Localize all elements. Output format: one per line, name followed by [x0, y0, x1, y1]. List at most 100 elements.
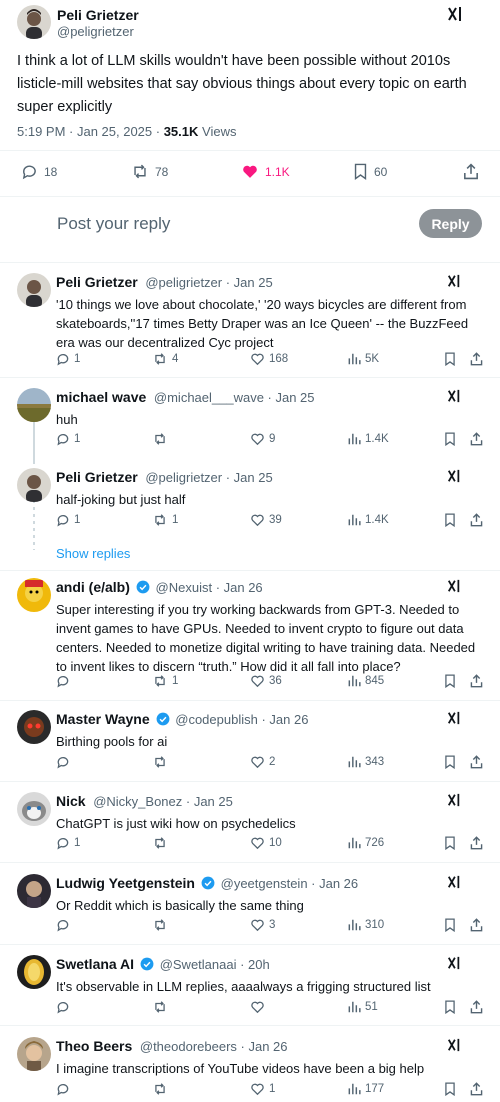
repost-button[interactable]	[152, 432, 172, 446]
reply-post[interactable]: andi (e/alb) @Nexuist · Jan 26 Super int…	[0, 578, 500, 698]
views-button[interactable]: 1.4K	[347, 513, 389, 527]
author-name[interactable]: michael wave	[56, 389, 146, 405]
repost-button[interactable]	[152, 918, 172, 932]
views-button[interactable]: 1.4K	[347, 432, 389, 446]
like-button[interactable]: 1	[250, 1082, 275, 1096]
author-name[interactable]: Peli Grietzer	[56, 469, 138, 485]
grok-icon[interactable]	[447, 711, 461, 725]
share-button[interactable]	[470, 755, 483, 769]
bookmark-button[interactable]	[444, 836, 456, 850]
views-button[interactable]: 5K	[347, 352, 379, 366]
reply-post[interactable]: Master Wayne @codepublish · Jan 26 Birth…	[0, 710, 500, 779]
views-button[interactable]: 726	[347, 836, 384, 850]
reply-post[interactable]: Theo Beers @theodorebeers · Jan 26 I ima…	[0, 1037, 500, 1102]
views-button[interactable]: 177	[347, 1082, 384, 1096]
repost-button[interactable]	[152, 755, 172, 769]
bookmark-button[interactable]	[444, 1000, 456, 1014]
like-button[interactable]: 36	[250, 674, 282, 688]
share-button[interactable]	[470, 918, 483, 932]
author-name[interactable]: Master Wayne	[56, 711, 150, 727]
grok-icon[interactable]	[447, 956, 461, 970]
reply-post[interactable]: Swetlana AI @Swetlanaai · 20h It's obser…	[0, 955, 500, 1024]
reply-button[interactable]: 1	[56, 432, 80, 446]
views-button[interactable]: 343	[347, 755, 384, 769]
avatar[interactable]	[17, 792, 51, 826]
author-name[interactable]: Ludwig Yeetgenstein	[56, 875, 195, 891]
author-handle[interactable]: @peligrietzer	[57, 24, 134, 39]
repost-button[interactable]: 4	[152, 352, 178, 366]
share-button[interactable]	[470, 432, 483, 446]
author-name[interactable]: Swetlana AI	[56, 956, 134, 972]
bookmark-button[interactable]	[444, 755, 456, 769]
author-name[interactable]: Nick	[56, 793, 86, 809]
avatar[interactable]	[17, 388, 51, 422]
author-handle-and-date[interactable]: @peligrietzer · Jan 25	[145, 275, 272, 290]
author-name[interactable]: Peli Grietzer	[56, 274, 138, 290]
reply-input[interactable]: Post your reply	[57, 214, 170, 234]
reply-post[interactable]: Peli Grietzer @peligrietzer · Jan 25 hal…	[0, 468, 500, 537]
bookmark-button[interactable]	[444, 674, 456, 688]
reply-button[interactable]	[56, 755, 74, 769]
share-button[interactable]	[470, 836, 483, 850]
reply-submit-button[interactable]: Reply	[419, 209, 482, 238]
show-replies-link[interactable]: Show replies	[56, 546, 130, 561]
avatar[interactable]	[17, 578, 51, 612]
author-handle-and-date[interactable]: @yeetgenstein · Jan 26	[221, 876, 359, 891]
reply-post[interactable]: Ludwig Yeetgenstein @yeetgenstein · Jan …	[0, 874, 500, 942]
reply-post[interactable]: Nick @Nicky_Bonez · Jan 25 ChatGPT is ju…	[0, 792, 500, 860]
author-handle-and-date[interactable]: @Swetlanaai · 20h	[160, 957, 270, 972]
reply-button[interactable]	[56, 918, 74, 932]
repost-button[interactable]: 78	[131, 163, 168, 180]
avatar[interactable]	[17, 1037, 51, 1071]
author-name[interactable]: Theo Beers	[56, 1038, 132, 1054]
author-name[interactable]: andi (e/alb)	[56, 579, 130, 595]
bookmark-button[interactable]	[444, 432, 456, 446]
grok-icon[interactable]	[447, 274, 461, 288]
share-button[interactable]	[463, 163, 479, 180]
author-handle-and-date[interactable]: @Nicky_Bonez · Jan 25	[93, 794, 233, 809]
like-button[interactable]: 168	[250, 352, 288, 366]
avatar[interactable]	[17, 955, 51, 989]
share-button[interactable]	[470, 1000, 483, 1014]
reply-post[interactable]: michael wave @michael___wave · Jan 25 hu…	[0, 388, 500, 456]
author-name[interactable]: Peli Grietzer	[57, 7, 139, 23]
like-button[interactable]: 3	[250, 918, 275, 932]
views-button[interactable]: 51	[347, 1000, 378, 1014]
reply-button[interactable]: 1	[56, 513, 80, 527]
repost-button[interactable]	[152, 1000, 172, 1014]
grok-icon[interactable]	[447, 6, 463, 22]
like-button[interactable]	[250, 1000, 269, 1014]
like-button[interactable]: 1.1K	[241, 163, 290, 180]
avatar[interactable]	[17, 874, 51, 908]
reply-button[interactable]	[56, 1082, 74, 1096]
repost-button[interactable]	[152, 836, 172, 850]
like-button[interactable]: 2	[250, 755, 275, 769]
grok-icon[interactable]	[447, 793, 461, 807]
reply-button[interactable]: 18	[21, 163, 57, 180]
repost-button[interactable]: 1	[152, 674, 178, 688]
reply-button[interactable]: 1	[56, 352, 80, 366]
share-button[interactable]	[470, 513, 483, 527]
reply-button[interactable]: 1	[56, 836, 80, 850]
views-button[interactable]: 310	[347, 918, 384, 932]
grok-icon[interactable]	[447, 1038, 461, 1052]
grok-icon[interactable]	[447, 389, 461, 403]
share-button[interactable]	[470, 1082, 483, 1096]
bookmark-button[interactable]	[444, 918, 456, 932]
reply-post[interactable]: Peli Grietzer @peligrietzer · Jan 25 '10…	[0, 273, 500, 376]
reply-button[interactable]	[56, 674, 74, 688]
like-button[interactable]: 9	[250, 432, 275, 446]
author-handle-and-date[interactable]: @Nexuist · Jan 26	[156, 580, 263, 595]
author-handle-and-date[interactable]: @codepublish · Jan 26	[175, 712, 308, 727]
post-timestamp[interactable]: 5:19 PM · Jan 25, 2025 · 35.1K Views	[17, 124, 236, 139]
avatar[interactable]	[17, 468, 51, 502]
avatar[interactable]	[17, 5, 51, 39]
like-button[interactable]: 39	[250, 513, 282, 527]
author-handle-and-date[interactable]: @theodorebeers · Jan 26	[140, 1039, 288, 1054]
reply-button[interactable]	[56, 1000, 74, 1014]
avatar[interactable]	[17, 273, 51, 307]
avatar[interactable]	[17, 710, 51, 744]
views-button[interactable]: 845	[347, 674, 384, 688]
author-handle-and-date[interactable]: @michael___wave · Jan 25	[154, 390, 315, 405]
bookmark-button[interactable]	[444, 352, 456, 366]
